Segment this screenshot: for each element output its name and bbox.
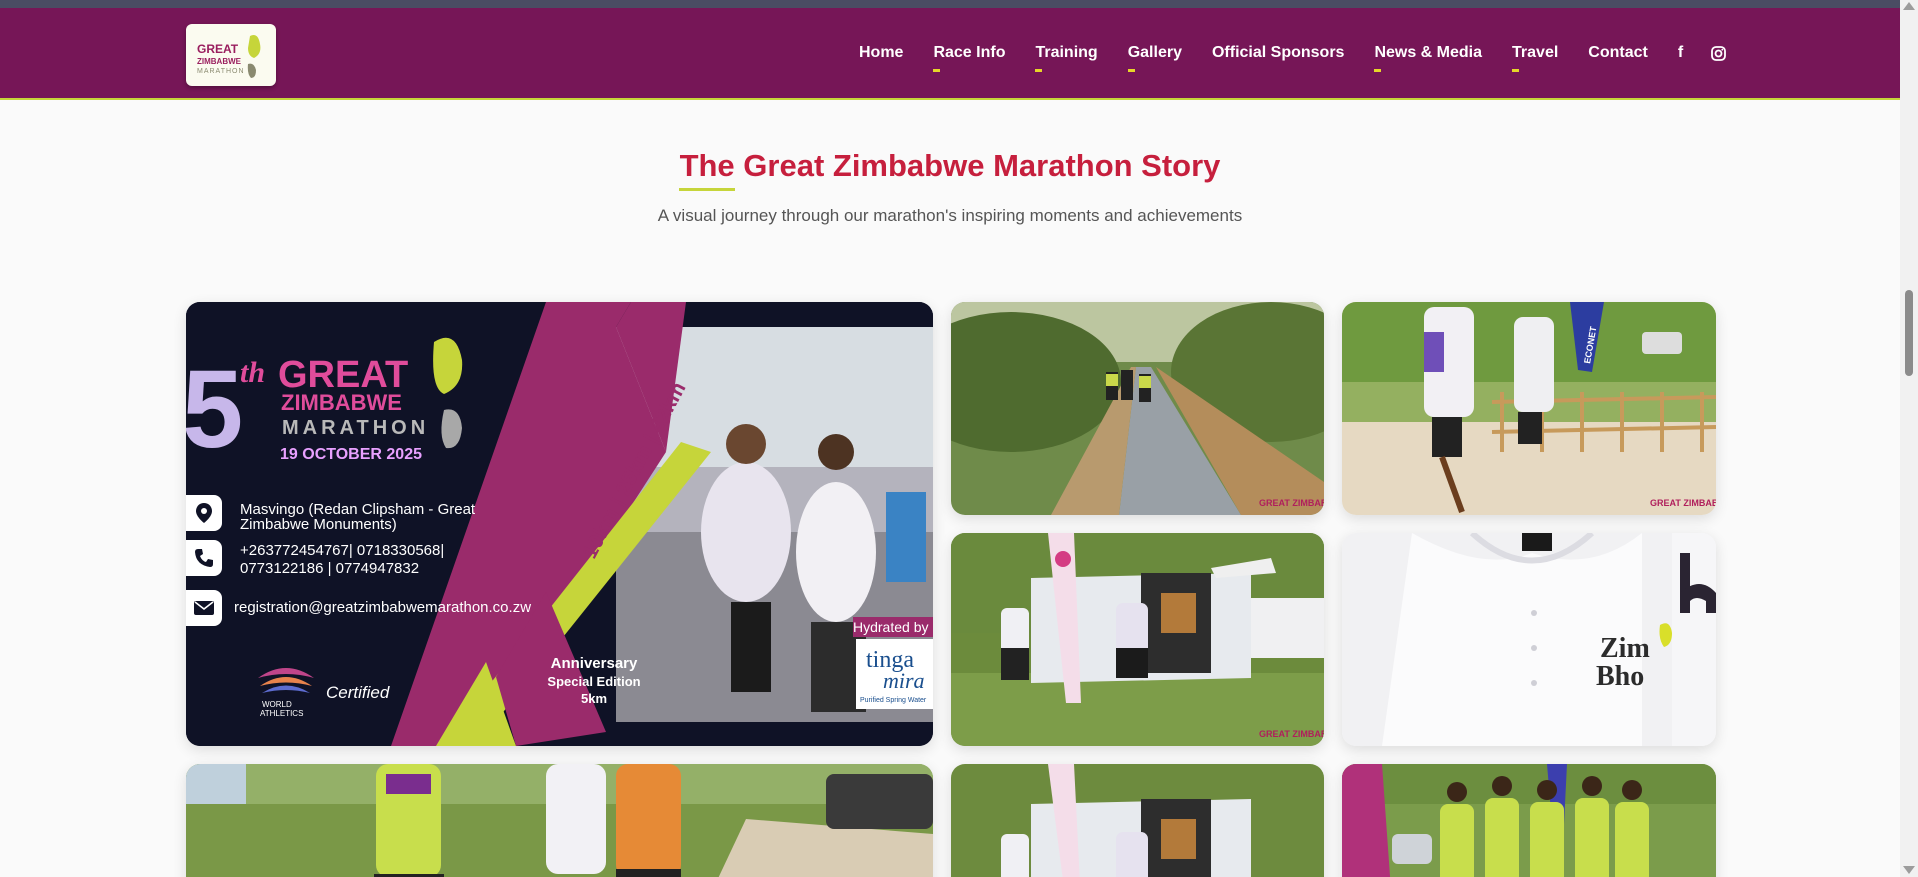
nav-contact[interactable]: Contact (1588, 44, 1648, 62)
nav-race-info[interactable]: Race Info (933, 44, 1005, 72)
scroll-up-arrow-icon[interactable] (1903, 2, 1915, 10)
poster-name-zimbabwe: ZIMBABWE (281, 390, 402, 415)
scroll-down-arrow-icon[interactable] (1903, 866, 1915, 874)
poster-special-edition: Special Edition (547, 674, 640, 689)
nav-travel[interactable]: Travel (1512, 44, 1558, 72)
gallery-photo-runners-finish[interactable]: ECONET GREAT ZIMBABWE (1342, 302, 1716, 515)
page-scrollbar[interactable] (1900, 0, 1918, 877)
photo-watermark: GREAT ZIMBABWE (1259, 729, 1324, 739)
gallery-poster-5th-anniversary[interactable]: 5 th GREAT ZIMBABWE MARATHON 19 OCTOBER … (186, 302, 933, 746)
poster-5km: 5km (581, 691, 607, 706)
nav-official-sponsors[interactable]: Official Sponsors (1212, 44, 1344, 62)
poster-certified: Certified (326, 683, 390, 702)
nav-news-media[interactable]: News & Media (1374, 44, 1482, 72)
instagram-icon[interactable] (1711, 45, 1727, 61)
poster-phone-line-2: 0773122186 | 0774947832 (240, 560, 420, 577)
nav-gallery[interactable]: Gallery (1127, 44, 1182, 72)
poster-name-marathon: MARATHON (282, 417, 429, 439)
photo-watermark: GREAT ZIMBABWE (1650, 498, 1716, 508)
logo-word-zimbabwe: ZIMBABWE (197, 57, 242, 66)
section-title: The Great Zimbabwe Marathon Story (679, 148, 1221, 183)
dropdown-indicator (1374, 69, 1382, 72)
shirt-brand-bho: Bho (1596, 661, 1644, 692)
section-subtitle: A visual journey through our marathon's … (657, 206, 1243, 225)
poster-email: registration@greatzimbabwemarathon.co.zw (234, 599, 532, 616)
site-header: GREAT ZIMBABWE MARATHON Home Race Info T… (0, 8, 1900, 100)
facebook-icon[interactable]: f (1678, 44, 1683, 62)
dropdown-indicator (1512, 69, 1520, 72)
phone-icon (186, 540, 222, 576)
browser-top-strip (0, 0, 1900, 8)
dropdown-indicator (1035, 69, 1043, 72)
sponsor-tagline: Purified Spring Water (860, 697, 927, 704)
email-icon (186, 590, 222, 626)
gallery-photo-trail-runners[interactable] (186, 764, 933, 877)
world-athletics-word-2: ATHLETICS (260, 709, 303, 718)
location-pin-icon (186, 495, 222, 531)
main-navigation: Home Race Info Training Gallery Official… (859, 44, 1754, 72)
gallery-photo-support-van-2[interactable] (951, 764, 1324, 877)
poster-hydrated-by: Hydrated by (853, 619, 928, 635)
logo-word-great: GREAT (197, 42, 239, 56)
poster-anniversary: Anniversary (551, 655, 638, 672)
poster-edition-number: 5 (186, 348, 243, 471)
poster-date: 19 OCTOBER 2025 (280, 446, 422, 463)
dropdown-indicator (933, 69, 941, 72)
shirt-brand-zim: Zim (1600, 633, 1650, 664)
poster-edition-suffix: th (240, 356, 265, 389)
footprint-icon (248, 35, 261, 58)
poster-location-line-2: Zimbabwe Monuments) (240, 516, 397, 533)
gallery-photo-road-runners[interactable]: GREAT ZIMBABWE (951, 302, 1324, 515)
footprint-icon-2 (247, 63, 256, 78)
title-underline (679, 188, 735, 191)
sponsor-mira: mira (883, 668, 925, 693)
gallery-photo-event-shirt[interactable]: Zim Bho (1342, 533, 1716, 746)
poster-phone-line-1: +263772454767| 0718330568| (240, 542, 445, 559)
scroll-thumb[interactable] (1905, 290, 1913, 376)
photo-watermark: GREAT ZIMBABWE (1259, 498, 1324, 508)
site-logo[interactable]: GREAT ZIMBABWE MARATHON (186, 24, 276, 86)
logo-word-marathon: MARATHON (197, 68, 245, 75)
nav-training[interactable]: Training (1035, 44, 1098, 72)
world-athletics-word-1: WORLD (262, 700, 292, 709)
nav-home[interactable]: Home (859, 44, 903, 62)
gallery-photo-team-group[interactable] (1342, 764, 1716, 877)
dropdown-indicator (1127, 69, 1135, 72)
gallery-photo-support-van[interactable]: GREAT ZIMBABWE (951, 533, 1324, 746)
